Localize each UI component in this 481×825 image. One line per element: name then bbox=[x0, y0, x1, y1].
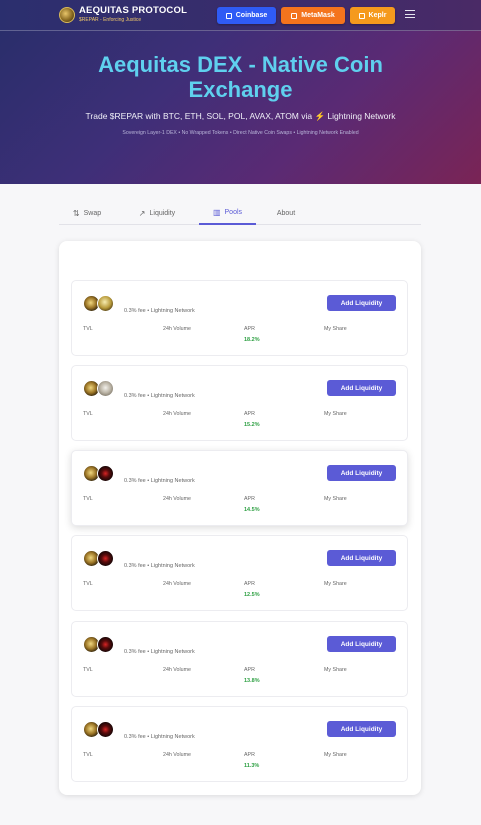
volume-label: 24h Volume bbox=[163, 496, 191, 502]
share-label: My Share bbox=[324, 496, 347, 502]
coinbase-button[interactable]: Coinbase bbox=[217, 7, 276, 24]
pool-card: 0.3% fee • Lightning Network Add Liquidi… bbox=[71, 535, 408, 611]
tab-label: Pools bbox=[224, 209, 243, 216]
coin-token-icon bbox=[97, 721, 114, 738]
metamask-label: MetaMask bbox=[301, 12, 335, 19]
apr-label: APR bbox=[244, 581, 255, 587]
brand[interactable]: AEQUITAS PROTOCOL $REPAR - Enforcing Jus… bbox=[59, 5, 187, 24]
coin-token-icon bbox=[97, 465, 114, 482]
coin-token-icon bbox=[97, 550, 114, 567]
pool-fee: 0.3% fee • Lightning Network bbox=[124, 308, 195, 314]
apr-value: 18.2% bbox=[244, 337, 260, 343]
tab-swap[interactable]: ⇅ Swap bbox=[59, 202, 115, 225]
wallet-icon bbox=[225, 12, 232, 19]
add-liquidity-button[interactable]: Add Liquidity bbox=[327, 721, 396, 737]
eth-token-icon bbox=[97, 380, 114, 397]
pool-fee: 0.3% fee • Lightning Network bbox=[124, 734, 195, 740]
pool-card: 0.3% fee • Lightning Network Add Liquidi… bbox=[71, 450, 408, 526]
wallet-icon bbox=[291, 12, 298, 19]
keplr-label: Keplr bbox=[368, 12, 387, 19]
pool-fee: 0.3% fee • Lightning Network bbox=[124, 649, 195, 655]
bar-chart-icon: ▥ bbox=[212, 207, 221, 217]
pool-card: 0.3% fee • Lightning Network Add Liquidi… bbox=[71, 621, 408, 697]
token-pair bbox=[83, 721, 114, 738]
tab-label: Swap bbox=[83, 210, 102, 217]
add-liquidity-button[interactable]: Add Liquidity bbox=[327, 465, 396, 481]
volume-label: 24h Volume bbox=[163, 411, 191, 417]
swap-icon: ⇅ bbox=[72, 208, 80, 218]
apr-label: APR bbox=[244, 752, 255, 758]
tvl-label: TVL bbox=[83, 667, 93, 673]
top-navbar: AEQUITAS PROTOCOL $REPAR - Enforcing Jus… bbox=[0, 0, 481, 31]
apr-value: 15.2% bbox=[244, 422, 260, 428]
hamburger-icon[interactable] bbox=[405, 10, 415, 19]
metamask-button[interactable]: MetaMask bbox=[281, 7, 345, 24]
pool-card: 0.3% fee • Lightning Network Add Liquidi… bbox=[71, 280, 408, 356]
token-pair bbox=[83, 295, 114, 312]
tab-about[interactable]: About bbox=[256, 202, 316, 225]
apr-label: APR bbox=[244, 496, 255, 502]
apr-label: APR bbox=[244, 667, 255, 673]
page-title: Aequitas DEX - Native Coin Exchange bbox=[98, 52, 383, 102]
tab-label: About bbox=[276, 210, 296, 217]
btc-token-icon bbox=[97, 295, 114, 312]
volume-label: 24h Volume bbox=[163, 667, 191, 673]
add-liquidity-button[interactable]: Add Liquidity bbox=[327, 380, 396, 396]
hero-note: Sovereign Layer-1 DEX • No Wrapped Token… bbox=[122, 130, 359, 136]
pools-panel: 0.3% fee • Lightning Network Add Liquidi… bbox=[59, 241, 421, 795]
token-pair bbox=[83, 465, 114, 482]
add-liquidity-button[interactable]: Add Liquidity bbox=[327, 636, 396, 652]
apr-value: 14.5% bbox=[244, 507, 260, 513]
tvl-label: TVL bbox=[83, 752, 93, 758]
coin-token-icon bbox=[97, 636, 114, 653]
pool-fee: 0.3% fee • Lightning Network bbox=[124, 393, 195, 399]
wallet-icon bbox=[358, 12, 365, 19]
tab-label: Liquidity bbox=[149, 210, 176, 217]
volume-label: 24h Volume bbox=[163, 581, 191, 587]
apr-value: 13.8% bbox=[244, 678, 260, 684]
keplr-button[interactable]: Keplr bbox=[350, 7, 395, 24]
hero-subtitle: Trade $REPAR with BTC, ETH, SOL, POL, AV… bbox=[85, 111, 396, 121]
tvl-label: TVL bbox=[83, 326, 93, 332]
share-label: My Share bbox=[324, 752, 347, 758]
hero-banner: Aequitas DEX - Native Coin Exchange Trad… bbox=[0, 31, 481, 184]
brand-logo bbox=[59, 6, 75, 23]
share-label: My Share bbox=[324, 411, 347, 417]
coinbase-label: Coinbase bbox=[235, 12, 268, 19]
token-pair bbox=[83, 380, 114, 397]
pool-fee: 0.3% fee • Lightning Network bbox=[124, 478, 195, 484]
pool-card: 0.3% fee • Lightning Network Add Liquidi… bbox=[71, 706, 408, 782]
apr-label: APR bbox=[244, 326, 255, 332]
tvl-label: TVL bbox=[83, 496, 93, 502]
trending-up-icon: ↗ bbox=[138, 208, 146, 218]
tab-bar: ⇅ Swap ↗ Liquidity ▥ Pools About bbox=[59, 202, 421, 225]
volume-label: 24h Volume bbox=[163, 752, 191, 758]
add-liquidity-button[interactable]: Add Liquidity bbox=[327, 550, 396, 566]
tvl-label: TVL bbox=[83, 411, 93, 417]
brand-subtitle: $REPAR - Enforcing Justice bbox=[79, 17, 142, 23]
apr-value: 11.3% bbox=[244, 763, 260, 769]
share-label: My Share bbox=[324, 667, 347, 673]
pool-fee: 0.3% fee • Lightning Network bbox=[124, 563, 195, 569]
tab-pools[interactable]: ▥ Pools bbox=[199, 202, 256, 225]
share-label: My Share bbox=[324, 326, 347, 332]
tvl-label: TVL bbox=[83, 581, 93, 587]
volume-label: 24h Volume bbox=[163, 326, 191, 332]
pool-card: 0.3% fee • Lightning Network Add Liquidi… bbox=[71, 365, 408, 441]
token-pair bbox=[83, 636, 114, 653]
add-liquidity-button[interactable]: Add Liquidity bbox=[327, 295, 396, 311]
share-label: My Share bbox=[324, 581, 347, 587]
token-pair bbox=[83, 550, 114, 567]
brand-title: AEQUITAS PROTOCOL bbox=[79, 5, 188, 16]
apr-label: APR bbox=[244, 411, 255, 417]
apr-value: 12.5% bbox=[244, 592, 260, 598]
tab-liquidity[interactable]: ↗ Liquidity bbox=[115, 202, 199, 225]
